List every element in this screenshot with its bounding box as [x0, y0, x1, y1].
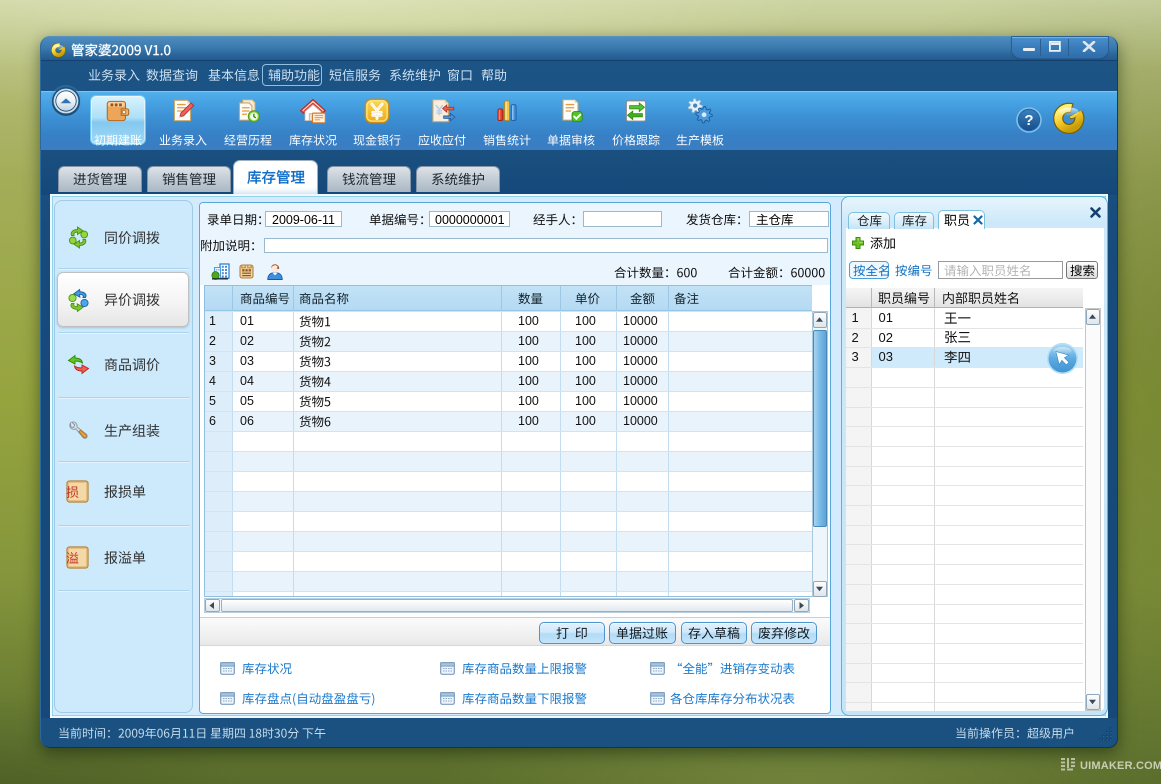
svg-text:?: ? — [1024, 112, 1033, 129]
